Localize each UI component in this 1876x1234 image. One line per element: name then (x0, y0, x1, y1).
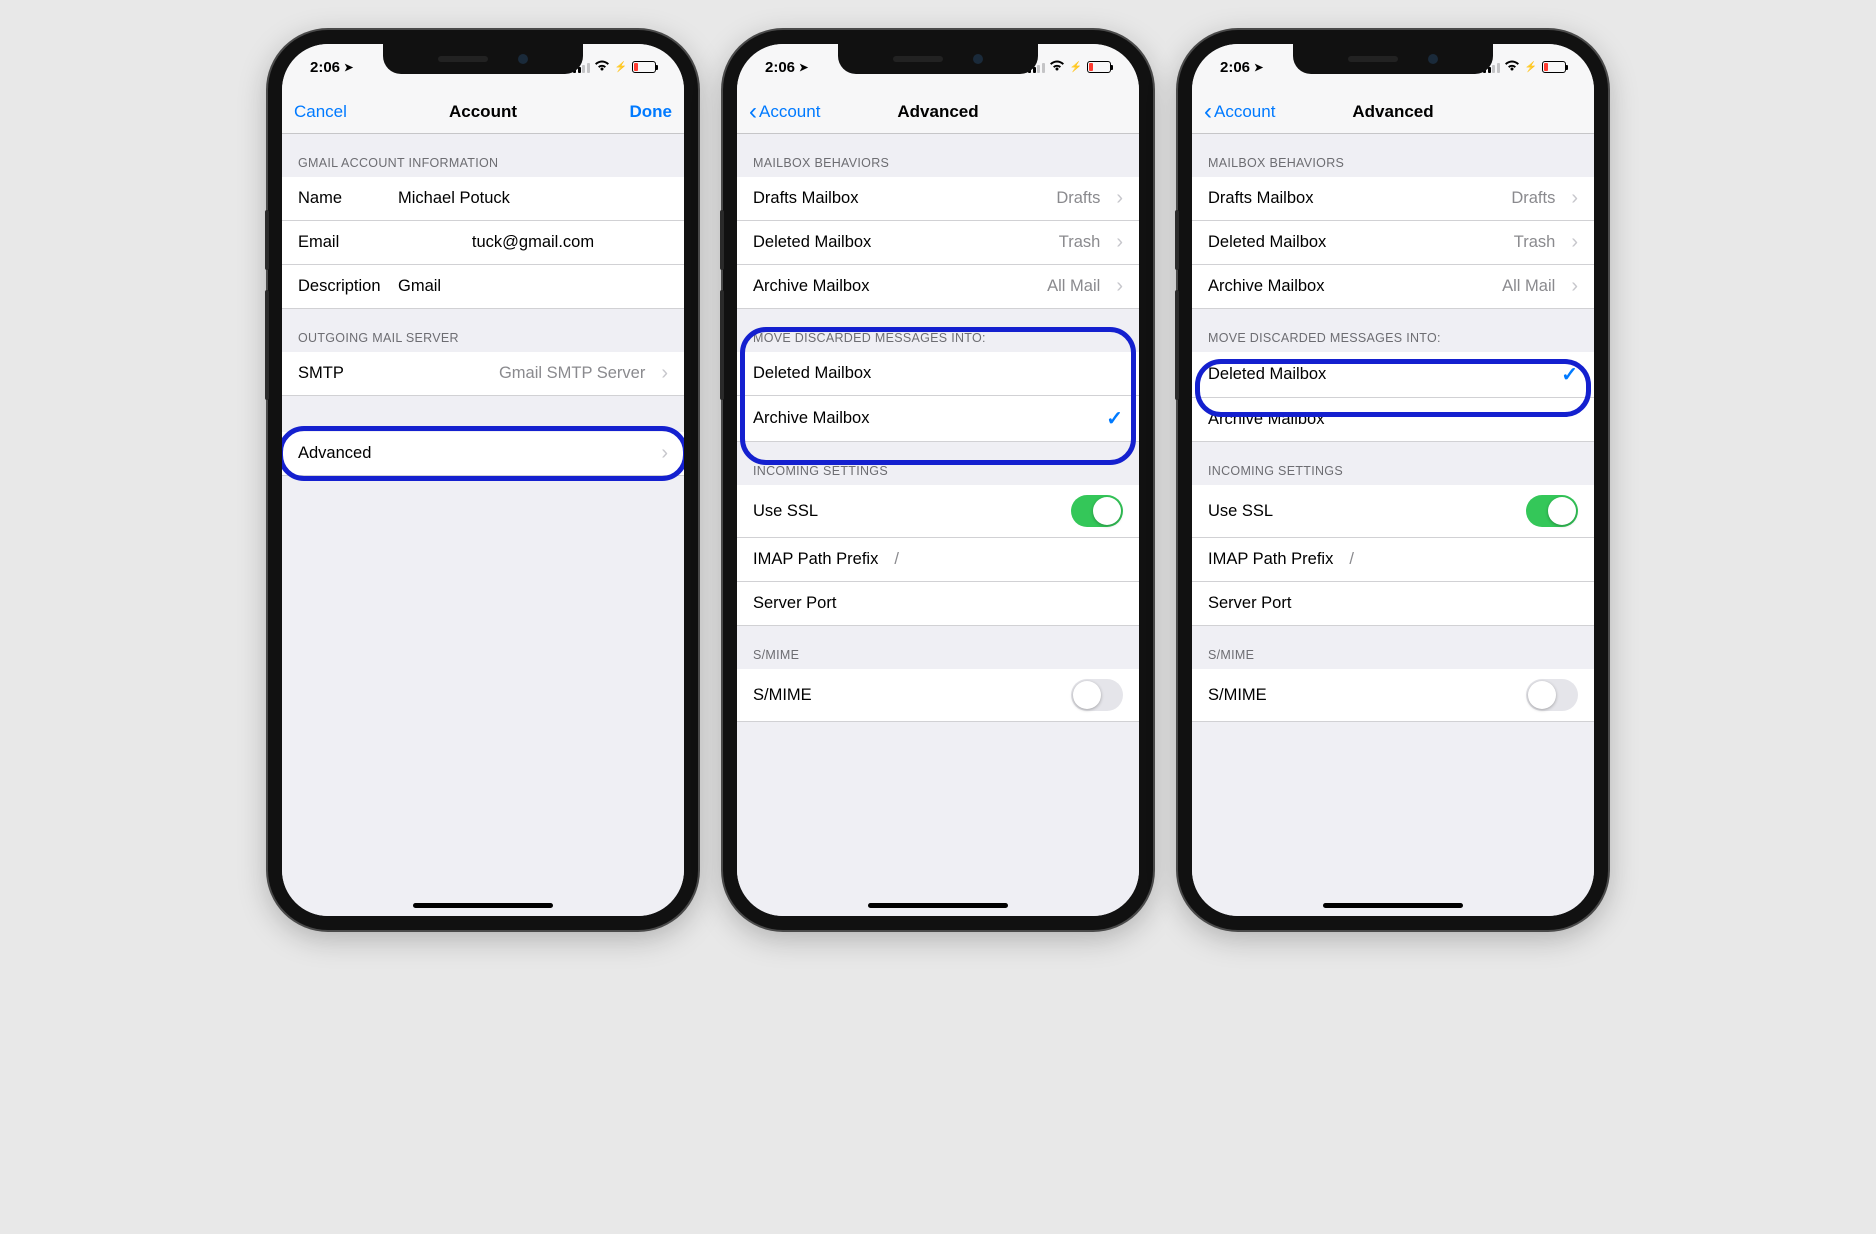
toggle-ssl[interactable] (1526, 495, 1578, 527)
chevron-right-icon: › (1571, 187, 1578, 210)
home-indicator[interactable] (413, 903, 553, 908)
cancel-button[interactable]: Cancel (294, 102, 374, 122)
section-header-mailbox-behaviors: Mailbox Behaviors (1192, 134, 1594, 177)
wifi-icon (1049, 60, 1065, 75)
row-smtp[interactable]: SMTP Gmail SMTP Server › (282, 352, 684, 396)
notch (1293, 44, 1493, 74)
chevron-right-icon: › (1116, 275, 1123, 298)
location-icon: ➤ (799, 61, 808, 74)
home-indicator[interactable] (868, 903, 1008, 908)
row-deleted-mailbox[interactable]: Deleted Mailbox Trash › (1192, 221, 1594, 265)
row-advanced[interactable]: Advanced › (282, 432, 684, 476)
battery-icon (1087, 61, 1111, 73)
chevron-right-icon: › (1571, 231, 1578, 254)
nav-bar: ‹ Account Advanced (737, 90, 1139, 134)
value-name: Michael Potuck (398, 189, 668, 208)
nav-title: Advanced (1284, 102, 1502, 122)
label-advanced: Advanced (298, 444, 645, 463)
checkmark-icon: ✓ (1561, 362, 1578, 387)
row-name[interactable]: Name Michael Potuck (282, 177, 684, 221)
phone-frame: 2:06 ➤ ⚡ ‹ Account Advanced Mailbox Beha… (723, 30, 1153, 930)
row-discard-archive[interactable]: Archive Mailbox ✓ (737, 396, 1139, 442)
row-use-ssl[interactable]: Use SSL (737, 485, 1139, 538)
status-time: 2:06 (765, 59, 795, 76)
phone-frame: 2:06 ➤ ⚡ Cancel Account Done Gmail Accou… (268, 30, 698, 930)
chevron-right-icon: › (661, 442, 668, 465)
section-header-incoming: Incoming Settings (737, 442, 1139, 485)
row-discard-deleted[interactable]: Deleted Mailbox ✓ (1192, 352, 1594, 398)
row-server-port[interactable]: Server Port (1192, 582, 1594, 626)
charging-icon: ⚡ (1525, 62, 1537, 73)
content-area[interactable]: Gmail Account Information Name Michael P… (282, 134, 684, 916)
toggle-ssl[interactable] (1071, 495, 1123, 527)
location-icon: ➤ (344, 61, 353, 74)
row-server-port[interactable]: Server Port (737, 582, 1139, 626)
screen: 2:06 ➤ ⚡ ‹ Account Advanced Mailbox Beha… (737, 44, 1139, 916)
section-header-smime: S/MIME (1192, 626, 1594, 669)
value-smtp: Gmail SMTP Server (499, 364, 645, 383)
label-smtp: SMTP (298, 364, 489, 383)
status-time: 2:06 (310, 59, 340, 76)
battery-icon (1542, 61, 1566, 73)
wifi-icon (1504, 60, 1520, 75)
content-area[interactable]: Mailbox Behaviors Drafts Mailbox Drafts … (1192, 134, 1594, 916)
section-header-outgoing: Outgoing Mail Server (282, 309, 684, 352)
chevron-left-icon: ‹ (1204, 98, 1212, 126)
back-button[interactable]: ‹ Account (749, 98, 829, 126)
nav-bar: Cancel Account Done (282, 90, 684, 134)
label-email: Email (298, 233, 388, 252)
screen: 2:06 ➤ ⚡ ‹ Account Advanced Mailbox Beha… (1192, 44, 1594, 916)
row-discard-archive[interactable]: Archive Mailbox (1192, 398, 1594, 442)
checkmark-icon: ✓ (1106, 406, 1123, 431)
chevron-right-icon: › (1116, 231, 1123, 254)
location-icon: ➤ (1254, 61, 1263, 74)
section-header-incoming: Incoming Settings (1192, 442, 1594, 485)
wifi-icon (594, 60, 610, 75)
nav-title: Account (374, 102, 592, 122)
phone-frame: 2:06 ➤ ⚡ ‹ Account Advanced Mailbox Beha… (1178, 30, 1608, 930)
row-description[interactable]: Description Gmail (282, 265, 684, 309)
toggle-smime[interactable] (1526, 679, 1578, 711)
row-drafts-mailbox[interactable]: Drafts Mailbox Drafts › (737, 177, 1139, 221)
screen: 2:06 ➤ ⚡ Cancel Account Done Gmail Accou… (282, 44, 684, 916)
chevron-right-icon: › (1571, 275, 1578, 298)
notch (383, 44, 583, 74)
toggle-smime[interactable] (1071, 679, 1123, 711)
row-archive-mailbox[interactable]: Archive Mailbox All Mail › (1192, 265, 1594, 309)
row-discard-deleted[interactable]: Deleted Mailbox (737, 352, 1139, 396)
battery-icon (632, 61, 656, 73)
row-smime[interactable]: S/MIME (1192, 669, 1594, 722)
notch (838, 44, 1038, 74)
content-area[interactable]: Mailbox Behaviors Drafts Mailbox Drafts … (737, 134, 1139, 916)
back-button[interactable]: ‹ Account (1204, 98, 1284, 126)
row-imap-prefix[interactable]: IMAP Path Prefix / (737, 538, 1139, 582)
row-use-ssl[interactable]: Use SSL (1192, 485, 1594, 538)
chevron-left-icon: ‹ (749, 98, 757, 126)
done-button[interactable]: Done (592, 102, 672, 122)
label-description: Description (298, 277, 388, 296)
row-smime[interactable]: S/MIME (737, 669, 1139, 722)
chevron-right-icon: › (1116, 187, 1123, 210)
row-email[interactable]: Email tuck@gmail.com (282, 221, 684, 265)
value-email: tuck@gmail.com (398, 233, 668, 252)
charging-icon: ⚡ (615, 62, 627, 73)
section-header-account-info: Gmail Account Information (282, 134, 684, 177)
chevron-right-icon: › (661, 362, 668, 385)
status-time: 2:06 (1220, 59, 1250, 76)
label-name: Name (298, 189, 388, 208)
section-header-smime: S/MIME (737, 626, 1139, 669)
section-header-move-discarded: Move Discarded Messages Into: (737, 309, 1139, 352)
row-deleted-mailbox[interactable]: Deleted Mailbox Trash › (737, 221, 1139, 265)
home-indicator[interactable] (1323, 903, 1463, 908)
nav-bar: ‹ Account Advanced (1192, 90, 1594, 134)
section-header-move-discarded: Move Discarded Messages Into: (1192, 309, 1594, 352)
charging-icon: ⚡ (1070, 62, 1082, 73)
value-description: Gmail (398, 277, 668, 296)
row-drafts-mailbox[interactable]: Drafts Mailbox Drafts › (1192, 177, 1594, 221)
row-archive-mailbox[interactable]: Archive Mailbox All Mail › (737, 265, 1139, 309)
row-imap-prefix[interactable]: IMAP Path Prefix / (1192, 538, 1594, 582)
section-header-mailbox-behaviors: Mailbox Behaviors (737, 134, 1139, 177)
nav-title: Advanced (829, 102, 1047, 122)
